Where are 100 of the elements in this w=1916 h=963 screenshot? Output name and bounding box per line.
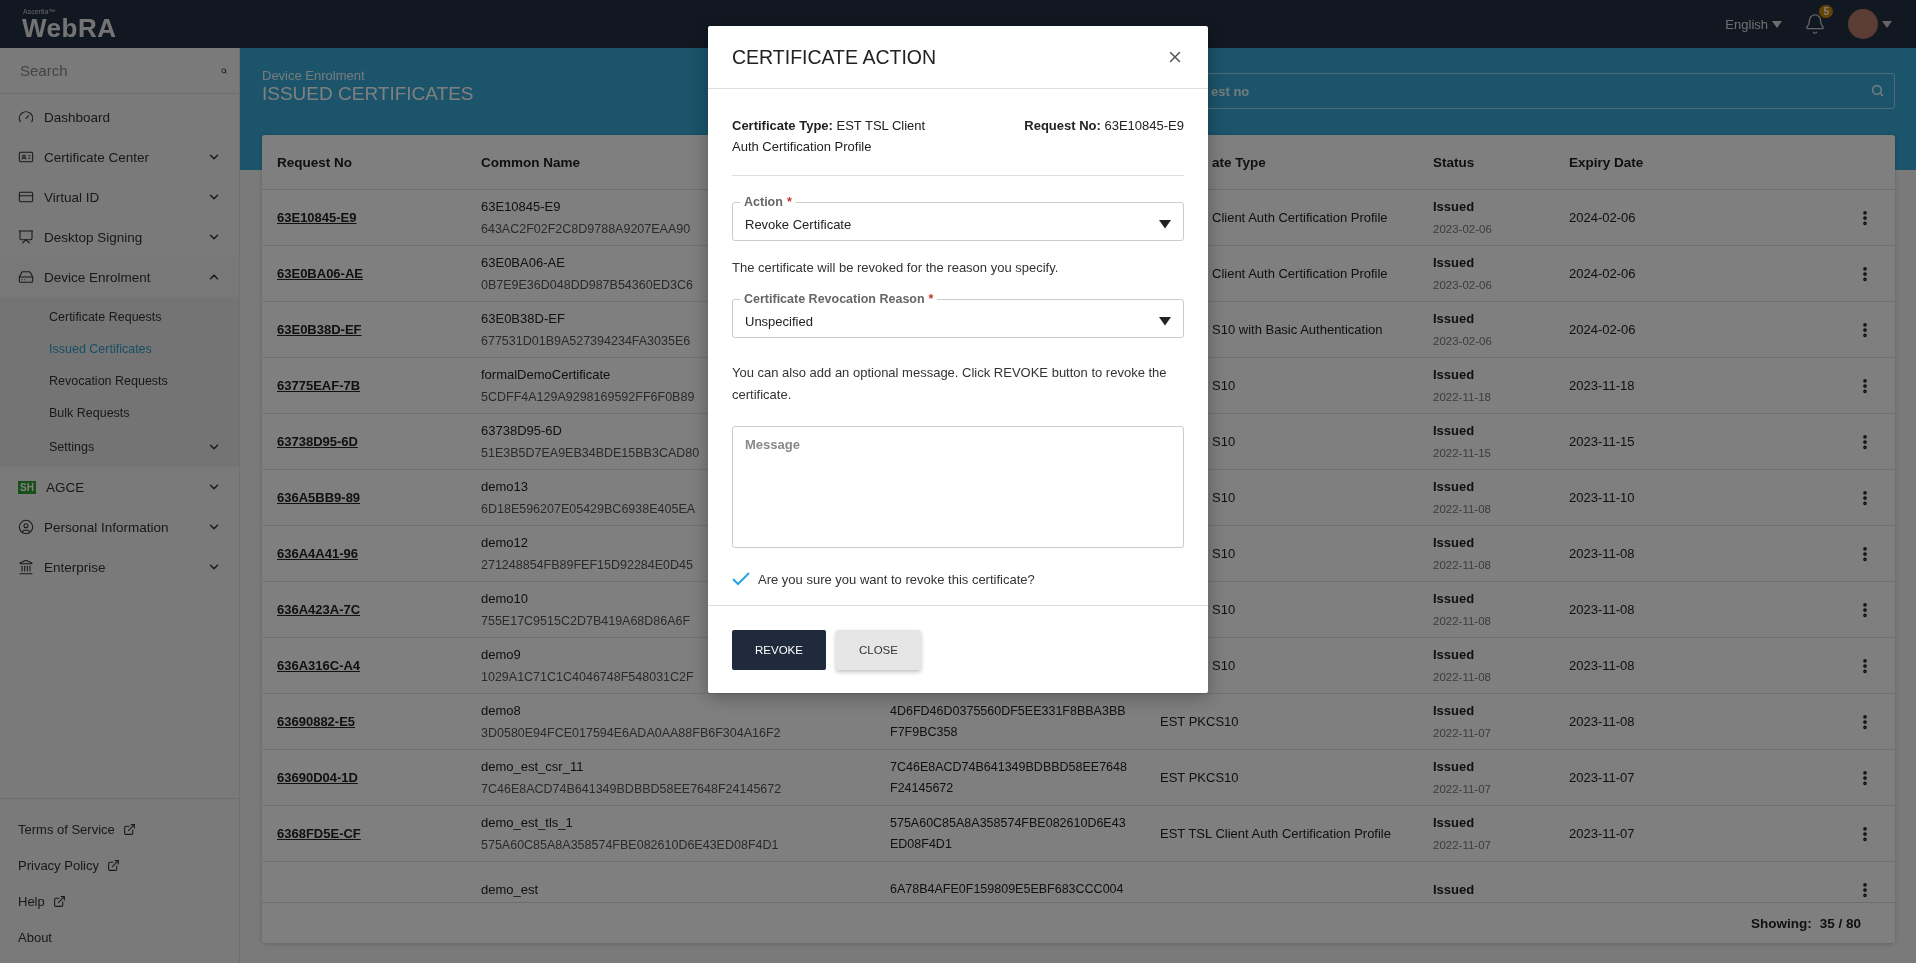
- fingerprint: 6D18E596207E05429BC6938E405EA: [481, 500, 696, 518]
- column-header: Expiry Date: [1569, 154, 1644, 170]
- common-name: demo13: [481, 477, 528, 496]
- common-name: demo10: [481, 589, 528, 608]
- bank-icon: [18, 559, 34, 575]
- footer-link[interactable]: Privacy Policy: [0, 847, 239, 883]
- expiry-date: 2023-11-08: [1569, 544, 1635, 563]
- common-name: demo9: [481, 645, 521, 664]
- sidebar-item[interactable]: SH AGCE: [0, 467, 239, 507]
- issued-date: 2022-11-18: [1433, 389, 1491, 405]
- certificate-type: Client Auth Certification Profile: [1212, 266, 1388, 281]
- submenu-item[interactable]: Bulk Requests: [0, 397, 239, 429]
- notification-count: 5: [1819, 5, 1833, 18]
- request-link[interactable]: 6368FD5E-CF: [277, 826, 361, 841]
- dialog-title: CERTIFICATE ACTION: [732, 45, 937, 69]
- status-text: Issued: [1433, 757, 1475, 776]
- certificate-type: S10: [1212, 434, 1236, 449]
- request-link[interactable]: 636A5BB9-89: [277, 490, 361, 505]
- expiry-date: 2023-11-07: [1569, 768, 1635, 787]
- request-link[interactable]: 63690882-E5: [277, 714, 356, 729]
- fingerprint: 0B7E9E36D048DD987B54360ED3C6: [481, 276, 693, 294]
- showing-count: 35 / 80: [1819, 915, 1861, 931]
- sidebar-item[interactable]: Enterprise: [0, 547, 239, 587]
- caret-icon: [1882, 20, 1892, 28]
- common-name: formalDemoCertificate: [481, 365, 611, 384]
- fingerprint: 575A60C85A8A358574FBE082610D6E43ED08F4D1: [481, 836, 779, 854]
- message-field[interactable]: Message: [732, 426, 1184, 548]
- certificate-type-info: Certificate Type: EST TSL Client Auth Certification Profile: [732, 117, 927, 156]
- common-name: demo_est_tls_1: [481, 813, 573, 832]
- bell-icon[interactable]: [1804, 13, 1826, 35]
- column-header: Common Name: [481, 154, 580, 170]
- status-text: Issued: [1433, 477, 1475, 496]
- request-link[interactable]: 63E0B38D-EF: [277, 322, 362, 337]
- submenu-item[interactable]: Certificate Requests: [0, 301, 239, 333]
- fingerprint: 7C46E8ACD74B641349BDBBD58EE7648F24145672: [481, 780, 782, 798]
- request-link[interactable]: 63775EAF-7B: [277, 378, 361, 393]
- common-name: 63E10845-E9: [481, 197, 561, 216]
- expiry-date: 2024-02-06: [1569, 208, 1636, 227]
- certificate-type: S10: [1212, 658, 1236, 673]
- expiry-date: 2024-02-06: [1569, 320, 1636, 339]
- request-link[interactable]: 63738D95-6D: [277, 434, 358, 449]
- sidebar-item[interactable]: Dashboard: [0, 97, 239, 137]
- expiry-date: 2023-11-08: [1569, 600, 1635, 619]
- external-link-icon: [52, 894, 66, 908]
- sh-logo: SH: [18, 480, 36, 494]
- expiry-date: 2023-11-08: [1569, 656, 1635, 675]
- certificate-type: S10: [1212, 602, 1236, 617]
- confirm-label: Are you sure you want to revoke this certificate?: [758, 571, 1035, 587]
- sidebar-item[interactable]: Desktop Signing: [0, 217, 239, 257]
- sidebar-item[interactable]: Personal Information: [0, 507, 239, 547]
- request-link[interactable]: 636A4A41-96: [277, 546, 358, 561]
- fingerprint: 3D0580E94FCE017594E6ADA0AA88FB6F304A16F2: [481, 724, 781, 742]
- footer-link[interactable]: Help: [0, 883, 239, 919]
- common-name: 63738D95-6D: [481, 421, 562, 440]
- request-link[interactable]: 63E0BA06-AE: [277, 266, 363, 281]
- expiry-date: 2024-02-06: [1569, 264, 1636, 283]
- expiry-date: 2023-11-08: [1569, 712, 1635, 731]
- sidebar-item[interactable]: Certificate Center: [0, 137, 239, 177]
- page-title: ISSUED CERTIFICATES: [262, 83, 474, 105]
- issued-date: 2022-11-08: [1433, 613, 1491, 629]
- sidebar-item[interactable]: Virtual ID: [0, 177, 239, 217]
- footer-link[interactable]: Terms of Service: [0, 811, 239, 847]
- confirm-checkbox[interactable]: [732, 570, 750, 588]
- submenu-item[interactable]: Settings: [0, 429, 239, 465]
- drive-icon: [18, 269, 34, 285]
- caret-icon: [1159, 220, 1171, 229]
- fingerprint: 271248854FB89FEF15D92284E0D45: [481, 556, 693, 574]
- showing-label: Showing:: [1750, 915, 1812, 931]
- message-note: You can also add an optional message. Click REVOKE button to revoke the certificate.: [732, 364, 1168, 404]
- issued-date: 2022-11-07: [1433, 781, 1491, 797]
- certificate-type: S10: [1212, 490, 1236, 505]
- caret-icon: [1772, 20, 1782, 28]
- submenu-item[interactable]: Revocation Requests: [0, 365, 239, 397]
- issued-date: 2023-02-06: [1433, 333, 1492, 349]
- language-selector[interactable]: English: [1725, 16, 1782, 32]
- external-link-icon: [106, 858, 120, 872]
- breadcrumb: Device Enrolment: [262, 68, 366, 83]
- certificate-type: S10: [1212, 546, 1236, 561]
- footer-link[interactable]: About: [0, 919, 239, 955]
- screen-icon: [18, 229, 34, 245]
- revoke-button[interactable]: REVOKE: [732, 629, 826, 670]
- card-icon: [18, 189, 34, 205]
- common-name: 63E0B38D-EF: [481, 309, 565, 328]
- request-link[interactable]: 63690D04-1D: [277, 770, 358, 785]
- id-card-icon: [18, 149, 34, 165]
- common-name: 63E0BA06-AE: [481, 253, 565, 272]
- gauge-icon: [18, 109, 34, 125]
- request-no-info: Request No: 63E10845-E9: [1024, 117, 1184, 135]
- request-link[interactable]: 636A316C-A4: [277, 658, 361, 673]
- close-button[interactable]: CLOSE: [835, 629, 921, 670]
- hash-text: 7C46E8ACD74B641349BDBBD58EE7648F24145672: [890, 758, 1128, 797]
- hash-text: 6A78B4AFE0F159809E5EBF683CCC004: [890, 881, 1125, 898]
- expiry-date: 2023-11-18: [1569, 376, 1635, 395]
- fingerprint: 643AC2F02F2C8D9788A9207EAA90: [481, 220, 691, 238]
- fingerprint: 51E3B5D7EA9EB34BDE15BB3CAD80: [481, 444, 700, 462]
- request-link[interactable]: 636A423A-7C: [277, 602, 361, 617]
- app-name: WebRA: [22, 14, 117, 41]
- external-link-icon: [122, 822, 136, 836]
- request-link[interactable]: 63E10845-E9: [277, 210, 357, 225]
- fingerprint: 1029A1C71C1C4046748F548031C2F: [481, 668, 694, 686]
